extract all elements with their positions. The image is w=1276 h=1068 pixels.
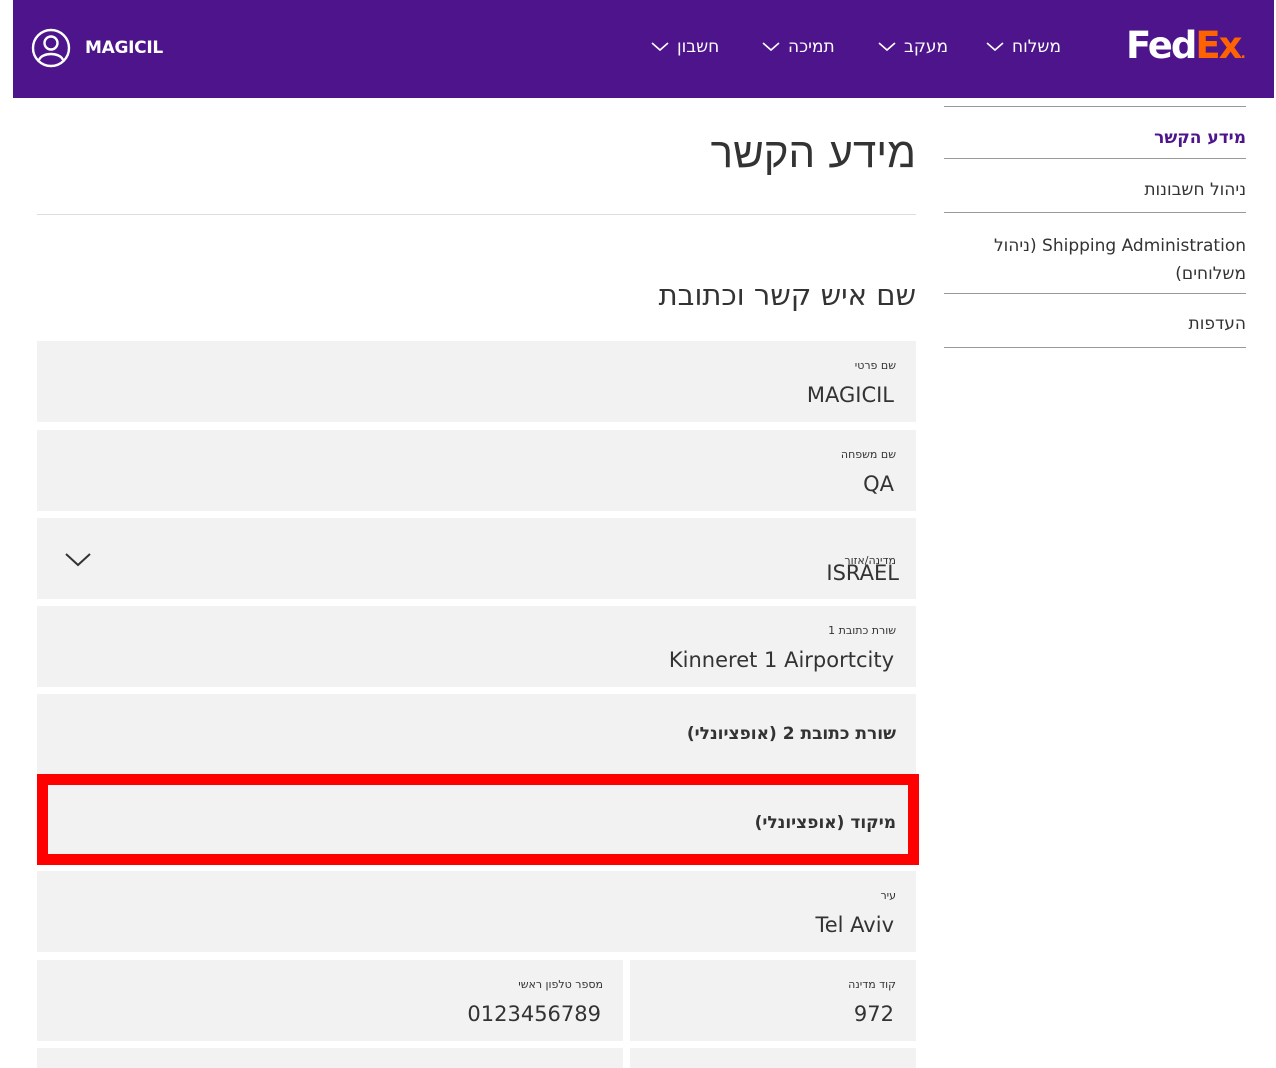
- chevron-down-icon[interactable]: [65, 552, 91, 571]
- title-divider: [37, 214, 916, 215]
- chevron-down-icon: [651, 42, 669, 52]
- user-account-menu[interactable]: MAGICIL: [31, 28, 163, 68]
- country-code-label: קוד מדינה: [848, 978, 896, 991]
- nav-support[interactable]: תמיכה: [762, 37, 835, 57]
- sidebar-divider: [944, 106, 1246, 107]
- nav-shipping-label: משלוח: [1012, 37, 1061, 57]
- sidebar-item-shipping-administration[interactable]: Shipping Administration (ניהול משלוחים): [976, 232, 1246, 288]
- country-code-value: 972: [853, 1002, 894, 1026]
- sidebar-divider: [944, 293, 1246, 294]
- country-value: ISRAEL: [826, 561, 899, 585]
- country-select[interactable]: מדינה/אזור ISRAEL: [37, 518, 916, 599]
- country-code-field[interactable]: קוד מדינה 972: [630, 960, 916, 1041]
- logo-dot: .: [1240, 46, 1246, 62]
- nav-tracking[interactable]: מעקב: [878, 37, 948, 57]
- city-field[interactable]: עיר Tel Aviv: [37, 871, 916, 952]
- next-field-partial[interactable]: [37, 1048, 623, 1068]
- city-label: עיר: [880, 889, 896, 902]
- first-name-label: שם פרטי: [854, 359, 896, 372]
- nav-tracking-label: מעקב: [904, 37, 949, 57]
- chevron-down-icon: [986, 42, 1004, 52]
- user-name: MAGICIL: [85, 38, 163, 58]
- primary-phone-field[interactable]: מספר טלפון ראשי 0123456789: [37, 960, 623, 1041]
- chevron-down-icon: [878, 42, 896, 52]
- user-avatar-icon: [31, 28, 71, 68]
- chevron-down-icon: [762, 42, 780, 52]
- primary-phone-label: מספר טלפון ראשי: [518, 978, 603, 991]
- nav-account[interactable]: חשבון: [651, 37, 719, 57]
- address-line-1-value: Kinneret 1 Airportcity: [668, 648, 894, 672]
- fedex-logo[interactable]: FedEx.: [1126, 26, 1246, 74]
- postal-code-placeholder: מיקוד (אופציונלי): [754, 813, 896, 833]
- page-title: מידע הקשר: [710, 128, 916, 177]
- address-line-2-field[interactable]: שורת כתובת 2 (אופציונלי): [37, 694, 916, 775]
- nav-account-label: חשבון: [677, 37, 720, 57]
- sidebar-item-account-management[interactable]: ניהול חשבונות: [1144, 180, 1246, 200]
- last-name-label: שם משפחה: [840, 448, 896, 461]
- logo-ex: Ex: [1195, 24, 1242, 67]
- next-field-partial[interactable]: [630, 1048, 916, 1068]
- sidebar-item-preferences[interactable]: העדפות: [1189, 314, 1246, 334]
- address-line-1-field[interactable]: שורת כתובת 1 Kinneret 1 Airportcity: [37, 606, 916, 687]
- section-title: שם איש קשר וכתובת: [658, 278, 916, 312]
- nav-support-label: תמיכה: [788, 37, 835, 57]
- top-navigation-bar: MAGICIL חשבון תמיכה מעקב משלוח FedEx.: [13, 0, 1274, 98]
- last-name-field[interactable]: שם משפחה QA: [37, 430, 916, 511]
- address-line-2-placeholder: שורת כתובת 2 (אופציונלי): [686, 724, 896, 744]
- postal-code-field[interactable]: מיקוד (אופציונלי): [37, 783, 916, 864]
- sidebar-divider: [944, 212, 1246, 213]
- address-line-1-label: שורת כתובת 1: [828, 624, 896, 637]
- sidebar-divider: [944, 347, 1246, 348]
- first-name-value: MAGICIL: [806, 383, 894, 407]
- sidebar-item-contact-info[interactable]: מידע הקשר: [1154, 128, 1246, 148]
- primary-phone-value: 0123456789: [467, 1002, 601, 1026]
- nav-shipping[interactable]: משלוח: [986, 37, 1061, 57]
- last-name-value: QA: [863, 472, 894, 496]
- sidebar-divider: [944, 158, 1246, 159]
- city-value: Tel Aviv: [815, 913, 894, 937]
- logo-fed: Fed: [1126, 24, 1197, 67]
- first-name-field[interactable]: שם פרטי MAGICIL: [37, 341, 916, 422]
